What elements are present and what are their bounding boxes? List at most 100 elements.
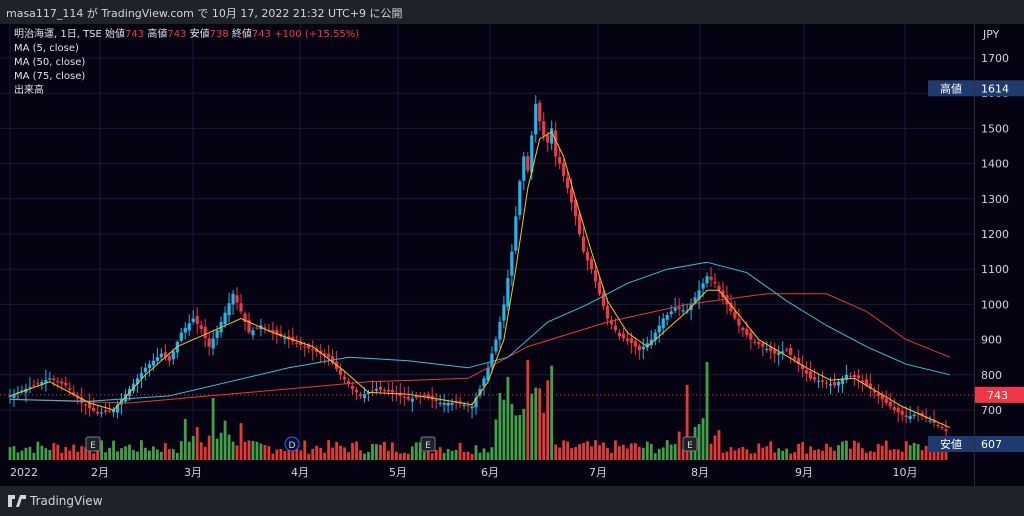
volume-bar [394, 451, 398, 460]
volume-bar [383, 441, 386, 460]
candle-body [709, 276, 713, 280]
ma50-legend[interactable]: MA (50, close) [14, 56, 359, 70]
high-label-text: 高値 [940, 81, 962, 95]
candle-body [462, 404, 466, 406]
volume-bar [311, 448, 315, 460]
volume-bar [554, 444, 558, 460]
candle-body [558, 157, 562, 164]
volume-bar [223, 420, 227, 460]
volume-bar [825, 443, 828, 460]
volume-bar [155, 449, 159, 460]
volume-bar [319, 447, 323, 460]
candle-body [713, 281, 717, 284]
volume-bar [673, 444, 677, 460]
candle-body [32, 385, 36, 387]
volume-legend[interactable]: 出来高 [14, 84, 359, 98]
volume-bar [454, 449, 458, 460]
volume-bar [785, 448, 789, 460]
volume-bar [665, 440, 669, 460]
volume-bar [562, 440, 566, 460]
candle-body [446, 402, 450, 406]
candle-body [151, 360, 155, 366]
volume-bar [92, 453, 96, 460]
volume-bar [167, 449, 171, 460]
candle-body [56, 381, 60, 383]
volume-bar [275, 449, 279, 460]
volume-bar [916, 444, 920, 460]
volume-bar [438, 447, 442, 460]
price-tick-label: 1400 [981, 158, 1009, 171]
price-axis-svg[interactable]: JPY1700160015001400130012001100100090080… [975, 24, 1024, 486]
candle-body [848, 375, 853, 377]
volume-bar [872, 452, 876, 460]
candle-body [733, 311, 737, 319]
candle-body [510, 251, 514, 276]
candle-body [60, 381, 64, 384]
candle-body [526, 156, 530, 171]
low-value: 738 [209, 29, 229, 40]
candle-body [231, 293, 235, 305]
volume-bar [32, 452, 36, 460]
candle-body [546, 135, 550, 143]
volume-bar [924, 445, 928, 460]
candle-body [155, 357, 159, 361]
candle-body [48, 378, 52, 380]
volume-bar [363, 453, 366, 460]
tradingview-logo[interactable]: TradingView [8, 494, 103, 508]
candle-body [143, 367, 148, 373]
volume-bar [72, 444, 76, 460]
volume-bar [602, 442, 605, 460]
candle-body [522, 156, 526, 181]
volume-bar [359, 450, 362, 460]
volume-bar [856, 442, 860, 460]
low-label: 安値 [189, 29, 210, 40]
time-tick-label: 8月 [691, 466, 709, 479]
volume-bar [478, 452, 482, 460]
volume-bar [104, 452, 107, 460]
open-label: 始値 [105, 29, 126, 40]
volume-bar [737, 448, 741, 460]
price-axis[interactable]: JPY1700160015001400130012001100100090080… [974, 24, 1024, 486]
volume-bar [769, 441, 773, 460]
candle-body [581, 236, 586, 252]
candle-body [179, 332, 183, 341]
volume-bar [841, 441, 844, 460]
candle-body [303, 346, 307, 348]
volume-bar [187, 441, 191, 460]
candle-body [96, 411, 100, 414]
volume-bar [144, 447, 147, 460]
candle-body [414, 396, 418, 398]
candle-body [187, 323, 191, 331]
volume-bar [267, 446, 271, 460]
volume-bar [88, 451, 92, 460]
candle-body [832, 382, 837, 386]
volume-bar [24, 447, 28, 460]
volume-bar [502, 399, 506, 460]
volume-bar [462, 452, 466, 460]
candle-body [64, 382, 68, 386]
volume-bar [912, 442, 916, 460]
low-price-value: 607 [981, 438, 1002, 451]
ma75-legend[interactable]: MA (75, close) [14, 70, 359, 84]
volume-bar [335, 441, 339, 460]
volume-bar [920, 450, 924, 460]
volume-bar [458, 442, 462, 460]
volume-bar [179, 441, 183, 460]
candle-body [338, 369, 343, 375]
price-tick-label: 800 [981, 369, 1002, 382]
candle-body [745, 328, 749, 335]
volume-bar [255, 441, 259, 460]
candle-body [633, 340, 637, 347]
volume-bar [140, 440, 143, 460]
volume-bar [303, 440, 307, 460]
high-price-value: 1614 [981, 82, 1009, 95]
candle-body [514, 216, 518, 251]
ma5-legend[interactable]: MA (5, close) [14, 42, 359, 56]
volume-bar [446, 449, 450, 460]
volume-bar [793, 452, 797, 460]
candle-body [550, 128, 554, 144]
volume-bar [753, 453, 757, 460]
candle-body [749, 332, 753, 340]
volume-bar [821, 450, 824, 460]
volume-bar [896, 449, 900, 460]
